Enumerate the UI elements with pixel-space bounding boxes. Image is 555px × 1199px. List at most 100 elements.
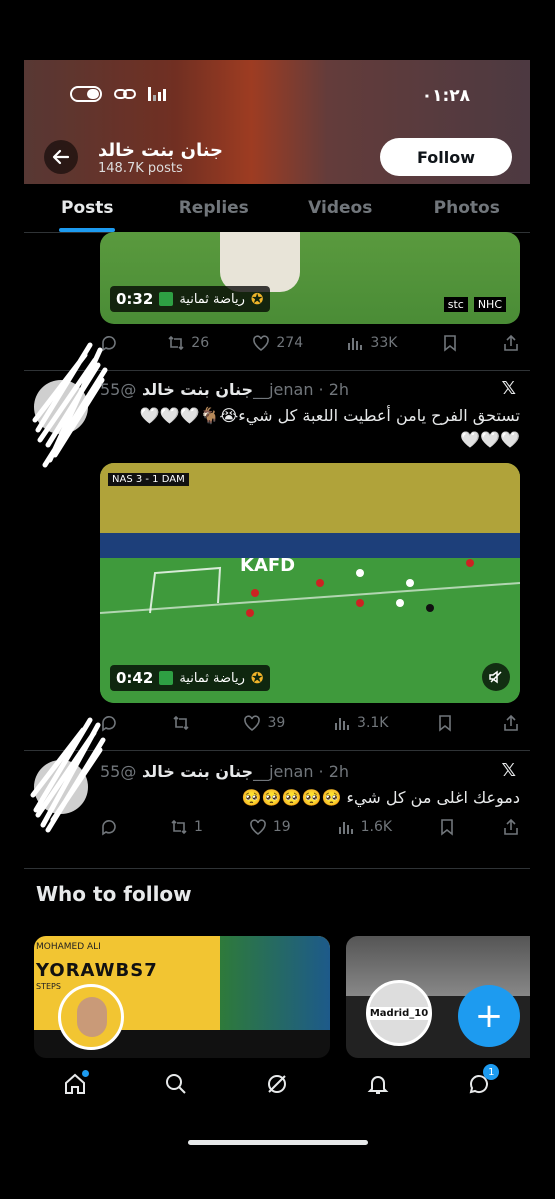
channel-badge-icon: [159, 292, 174, 306]
banner-sub: STEPS: [36, 982, 61, 991]
compose-button[interactable]: +: [458, 985, 520, 1047]
player-figure: [220, 232, 300, 292]
signal-icon: [148, 87, 166, 101]
post-video[interactable]: 0:32 رياضة ثمانية ✪ stc NHC: [100, 232, 520, 324]
tab-photos[interactable]: Photos: [404, 184, 531, 232]
like-button[interactable]: 19: [249, 818, 291, 836]
bookmark-icon: [443, 335, 456, 352]
author-name: جنان بنت خالد: [141, 762, 254, 781]
share-icon: [504, 714, 518, 731]
bookmark-button[interactable]: [438, 818, 456, 836]
repost-button[interactable]: 1: [170, 818, 203, 836]
arrow-left-icon: [52, 149, 70, 165]
who-to-follow-title: Who to follow: [36, 882, 192, 906]
bottom-nav: 1: [24, 1058, 530, 1114]
heart-icon: [250, 819, 266, 835]
scoreboard: NAS 3 - 1 DAM: [108, 473, 189, 486]
author-name: جنان بنت خالد: [141, 380, 254, 399]
card-avatar[interactable]: Madrid_10: [366, 980, 432, 1046]
verified-icon: ✪: [250, 669, 264, 687]
message-badge: 1: [483, 1064, 500, 1080]
broadcaster-logo: stc: [443, 297, 468, 312]
tab-replies[interactable]: Replies: [151, 184, 278, 232]
views-button[interactable]: 33K: [346, 334, 397, 352]
scribble-overlay: [32, 342, 108, 468]
search-icon: [165, 1074, 186, 1094]
x-logo-icon: 𝕏: [501, 760, 516, 781]
post-author: جنان بنت خالد @55__jenan · 2h: [100, 380, 349, 399]
bookmark-icon: [441, 819, 453, 836]
nav-messages[interactable]: 1: [467, 1064, 500, 1100]
card-avatar[interactable]: [58, 984, 124, 1050]
video-duration: 0:42: [116, 669, 154, 687]
repost-icon: [171, 819, 187, 835]
muted-icon: [489, 670, 502, 684]
home-indicator[interactable]: [188, 1140, 368, 1145]
avatar-label: Madrid_10: [367, 1006, 431, 1020]
bookmark-icon: [439, 715, 452, 732]
x-logo-icon: 𝕏: [501, 378, 516, 399]
nav-notifications[interactable]: [366, 1072, 390, 1100]
post-text-line2: 🤍🤍🤍: [460, 430, 520, 449]
repost-icon: [173, 715, 189, 731]
status-time: ٠١:٢٨: [421, 86, 470, 106]
phone-screen: ٠١:٢٨ جنان بنت خالد 148.7K posts Follow …: [24, 60, 530, 1160]
follow-button[interactable]: Follow: [380, 138, 512, 176]
suggestion-card[interactable]: MOHAMED ALI YORAWBS7 STEPS: [34, 936, 330, 1058]
bookmark-button[interactable]: [436, 714, 454, 732]
bookmark-button[interactable]: [441, 334, 459, 352]
like-button[interactable]: 274: [252, 334, 303, 352]
scribble-overlay: [30, 717, 106, 833]
plus-icon: +: [474, 996, 504, 1036]
repost-icon: [168, 335, 184, 351]
share-button[interactable]: [502, 714, 520, 732]
nav-search[interactable]: [164, 1072, 188, 1100]
banner-photo: [220, 936, 330, 1030]
nav-home[interactable]: [63, 1070, 89, 1100]
profile-name: جنان بنت خالد: [98, 140, 224, 161]
back-button[interactable]: [44, 140, 78, 174]
broadcaster-logo: NHC: [473, 297, 506, 312]
status-icons: [70, 86, 166, 102]
repost-button[interactable]: [172, 714, 196, 732]
verified-icon: ✪: [250, 290, 264, 308]
channel-badge-icon: [159, 671, 174, 685]
views-button[interactable]: 1.6K: [337, 818, 392, 836]
channel-name: رياضة ثمانية: [179, 291, 245, 307]
grok-icon: [267, 1075, 286, 1093]
share-icon: [504, 334, 518, 351]
reply-icon: [102, 820, 116, 836]
post-video[interactable]: NAS 3 - 1 DAM KAFD 0:42 رياضة ثمانية ✪: [100, 463, 520, 703]
heart-icon: [244, 715, 261, 731]
views-button[interactable]: 3.1K: [333, 714, 388, 732]
video-label: 0:42 رياضة ثمانية ✪: [110, 665, 270, 691]
share-button[interactable]: [502, 818, 520, 836]
nav-grok[interactable]: [265, 1072, 289, 1100]
views-icon: [335, 718, 350, 730]
like-button[interactable]: 39: [243, 714, 285, 732]
repost-button[interactable]: 26: [167, 334, 209, 352]
tab-videos[interactable]: Videos: [277, 184, 404, 232]
share-button[interactable]: [502, 334, 520, 352]
views-icon: [338, 822, 353, 834]
post-author: جنان بنت خالد @55__jenan · 2h: [100, 762, 349, 781]
post-actions: 1 19 1.6K: [100, 818, 520, 836]
posts-count: 148.7K posts: [98, 161, 183, 176]
video-label: 0:32 رياضة ثمانية ✪: [110, 286, 270, 312]
banner-handle: YORAWBS7: [36, 960, 158, 981]
card-banner: [346, 936, 530, 996]
share-icon: [504, 818, 518, 835]
banner-name: MOHAMED ALI: [36, 942, 101, 952]
post-text: تستحق الفرح يامن أعطيت اللعبة كل شيء😭🐐🤍🤍…: [139, 406, 520, 425]
profile-tabs: Posts Replies Videos Photos: [24, 184, 530, 233]
mute-button[interactable]: [482, 663, 510, 691]
post-actions: 26 274 33K: [100, 334, 520, 352]
pitch-board: KAFD: [240, 555, 296, 576]
post-text: دموعك اغلى من كل شيء 🥺🥺🥺🥺🥺: [241, 788, 520, 807]
unread-dot: [81, 1070, 89, 1077]
link-icon: [114, 89, 136, 99]
tab-posts[interactable]: Posts: [24, 184, 151, 232]
toggle-icon: [70, 86, 102, 102]
reply-button[interactable]: [100, 818, 124, 836]
bell-icon: [367, 1076, 389, 1094]
